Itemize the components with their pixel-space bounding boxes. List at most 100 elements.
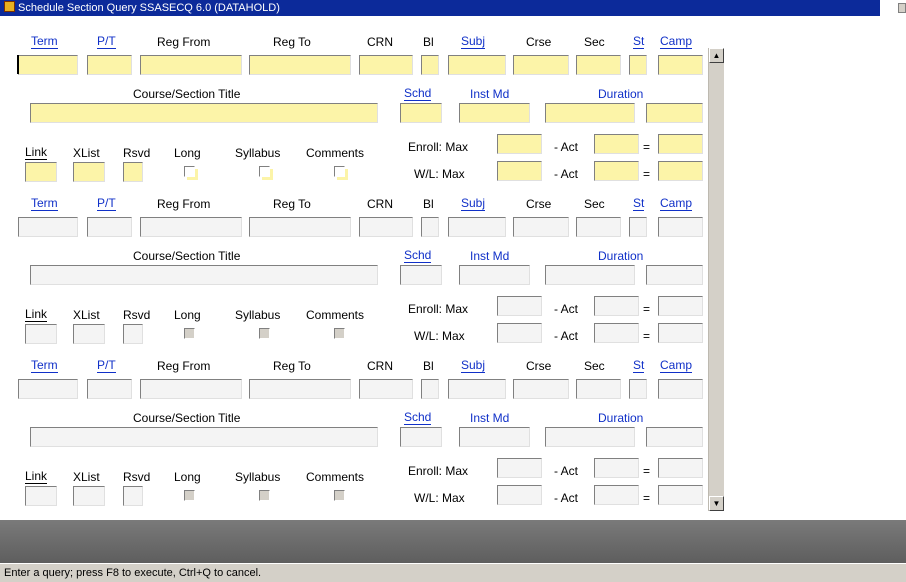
enroll-max-field[interactable] bbox=[497, 458, 542, 478]
wl-max-field[interactable] bbox=[497, 161, 542, 181]
st-field[interactable] bbox=[629, 379, 647, 399]
long-checkbox[interactable] bbox=[184, 490, 195, 501]
enroll-act-field[interactable] bbox=[594, 296, 639, 316]
window-control-button[interactable] bbox=[898, 3, 906, 13]
reg-to-field[interactable] bbox=[249, 55, 351, 75]
bl-label: Bl bbox=[423, 35, 434, 49]
subj-field[interactable] bbox=[448, 217, 506, 237]
wl-total-field[interactable] bbox=[658, 323, 703, 343]
scroll-down-icon[interactable]: ▼ bbox=[709, 496, 724, 511]
wl-max-field[interactable] bbox=[497, 485, 542, 505]
schd-field[interactable] bbox=[400, 103, 442, 123]
term-field[interactable] bbox=[18, 379, 78, 399]
wl-max-label: W/L: Max bbox=[414, 167, 465, 181]
course-title-field[interactable] bbox=[30, 103, 378, 123]
crn-field[interactable] bbox=[359, 379, 413, 399]
syllabus-checkbox[interactable] bbox=[259, 490, 270, 501]
crse-field[interactable] bbox=[513, 55, 569, 75]
rsvd-field[interactable] bbox=[123, 486, 143, 506]
duration-field[interactable] bbox=[545, 427, 635, 447]
crse-field[interactable] bbox=[513, 379, 569, 399]
link-field[interactable] bbox=[25, 324, 57, 344]
pt-field[interactable] bbox=[87, 55, 132, 75]
reg-from-field[interactable] bbox=[140, 55, 242, 75]
bl-field[interactable] bbox=[421, 379, 439, 399]
wl-total-field[interactable] bbox=[658, 485, 703, 505]
duration-units-field[interactable] bbox=[646, 427, 703, 447]
reg-to-field[interactable] bbox=[249, 379, 351, 399]
camp-field[interactable] bbox=[658, 217, 703, 237]
reg-from-field[interactable] bbox=[140, 379, 242, 399]
reg-to-field[interactable] bbox=[249, 217, 351, 237]
st-field[interactable] bbox=[629, 55, 647, 75]
rsvd-field[interactable] bbox=[123, 324, 143, 344]
bl-field[interactable] bbox=[421, 217, 439, 237]
long-checkbox[interactable] bbox=[184, 328, 195, 339]
enroll-total-field[interactable] bbox=[658, 296, 703, 316]
rsvd-label: Rsvd bbox=[123, 146, 151, 160]
enroll-total-field[interactable] bbox=[658, 134, 703, 154]
wl-act-label: - Act bbox=[554, 491, 579, 505]
crse-label: Crse bbox=[526, 359, 552, 373]
wl-act-field[interactable] bbox=[594, 161, 639, 181]
syllabus-checkbox[interactable] bbox=[259, 328, 270, 339]
schd-field[interactable] bbox=[400, 427, 442, 447]
pt-field[interactable] bbox=[87, 217, 132, 237]
status-message: Enter a query; press F8 to execute, Ctrl… bbox=[4, 567, 262, 579]
duration-units-field[interactable] bbox=[646, 103, 703, 123]
comments-checkbox[interactable] bbox=[334, 166, 345, 177]
syllabus-checkbox[interactable] bbox=[259, 166, 270, 177]
schd-field[interactable] bbox=[400, 265, 442, 285]
bottom-panel bbox=[0, 520, 906, 563]
comments-checkbox[interactable] bbox=[334, 490, 345, 501]
enroll-act-field[interactable] bbox=[594, 458, 639, 478]
inst-md-field[interactable] bbox=[459, 427, 530, 447]
wl-act-field[interactable] bbox=[594, 323, 639, 343]
camp-field[interactable] bbox=[658, 379, 703, 399]
inst-md-field[interactable] bbox=[459, 265, 530, 285]
rsvd-field[interactable] bbox=[123, 162, 143, 182]
wl-total-field[interactable] bbox=[658, 161, 703, 181]
crn-field[interactable] bbox=[359, 55, 413, 75]
crse-field[interactable] bbox=[513, 217, 569, 237]
duration-units-field[interactable] bbox=[646, 265, 703, 285]
st-field[interactable] bbox=[629, 217, 647, 237]
term-field[interactable] bbox=[18, 217, 78, 237]
enroll-act-label: - Act bbox=[554, 140, 579, 154]
enroll-max-field[interactable] bbox=[497, 134, 542, 154]
sec-field[interactable] bbox=[576, 217, 621, 237]
duration-field[interactable] bbox=[545, 265, 635, 285]
subj-field[interactable] bbox=[448, 379, 506, 399]
inst-md-label: Inst Md bbox=[470, 249, 510, 263]
wl-act-field[interactable] bbox=[594, 485, 639, 505]
scroll-up-icon[interactable]: ▲ bbox=[709, 48, 724, 63]
comments-checkbox[interactable] bbox=[334, 328, 345, 339]
link-field[interactable] bbox=[25, 486, 57, 506]
vertical-scrollbar[interactable]: ▲ ▼ bbox=[708, 48, 724, 511]
course-title-field[interactable] bbox=[30, 265, 378, 285]
sec-field[interactable] bbox=[576, 55, 621, 75]
long-checkbox[interactable] bbox=[184, 166, 195, 177]
wl-max-field[interactable] bbox=[497, 323, 542, 343]
camp-field[interactable] bbox=[658, 55, 703, 75]
course-title-field[interactable] bbox=[30, 427, 378, 447]
crn-field[interactable] bbox=[359, 217, 413, 237]
enroll-act-field[interactable] bbox=[594, 134, 639, 154]
xlist-field[interactable] bbox=[73, 486, 105, 506]
inst-md-field[interactable] bbox=[459, 103, 530, 123]
enroll-act-label: - Act bbox=[554, 302, 579, 316]
enroll-max-field[interactable] bbox=[497, 296, 542, 316]
duration-field[interactable] bbox=[545, 103, 635, 123]
bl-field[interactable] bbox=[421, 55, 439, 75]
xlist-label: XList bbox=[73, 470, 100, 484]
sec-field[interactable] bbox=[576, 379, 621, 399]
enroll-total-field[interactable] bbox=[658, 458, 703, 478]
link-field[interactable] bbox=[25, 162, 57, 182]
term-field[interactable] bbox=[18, 55, 78, 75]
xlist-field[interactable] bbox=[73, 324, 105, 344]
subj-field[interactable] bbox=[448, 55, 506, 75]
xlist-field[interactable] bbox=[73, 162, 105, 182]
reg-from-label: Reg From bbox=[157, 359, 211, 373]
pt-field[interactable] bbox=[87, 379, 132, 399]
reg-from-field[interactable] bbox=[140, 217, 242, 237]
